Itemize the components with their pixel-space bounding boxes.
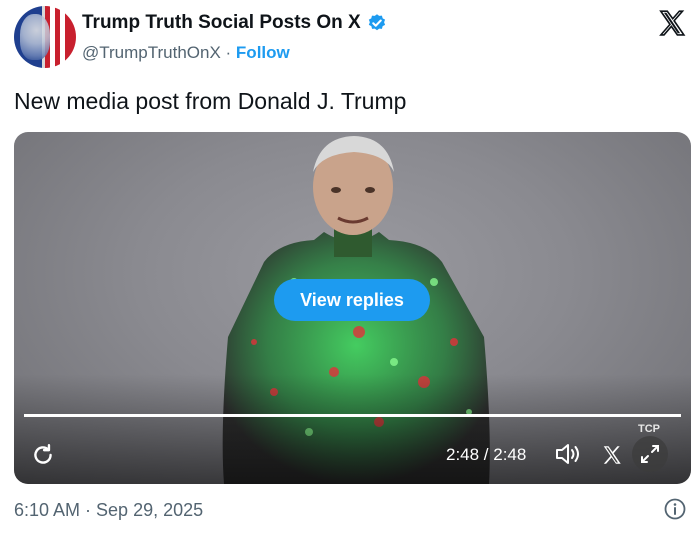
avatar-image (20, 14, 50, 60)
info-icon[interactable] (663, 497, 687, 521)
handle-separator: · (220, 43, 236, 62)
follow-button[interactable]: Follow (236, 43, 290, 62)
name-row: Trump Truth Social Posts On X (82, 12, 387, 34)
x-logo-icon[interactable] (657, 8, 687, 38)
video-player[interactable]: View replies 2:48 / 2:48 TCP (14, 132, 691, 484)
video-progress-fill (24, 414, 681, 417)
tcp-watermark: TCP (638, 423, 660, 435)
fullscreen-icon[interactable] (632, 436, 668, 472)
x-watermark-icon (603, 446, 621, 464)
volume-icon[interactable] (554, 441, 582, 467)
post-timestamp[interactable]: 6:10 AM · Sep 29, 2025 (14, 500, 203, 521)
display-name[interactable]: Trump Truth Social Posts On X (82, 12, 361, 34)
view-replies-button[interactable]: View replies (274, 279, 430, 321)
handle-row: @TrumpTruthOnX · Follow (82, 43, 290, 63)
post-text: New media post from Donald J. Trump (14, 88, 407, 114)
handle[interactable]: @TrumpTruthOnX (82, 43, 221, 62)
avatar[interactable] (14, 6, 76, 68)
fullscreen-arrows-icon (641, 445, 659, 463)
video-progress-bar[interactable] (24, 414, 681, 417)
post-header: Trump Truth Social Posts On X @TrumpTrut… (14, 6, 699, 72)
controls-shade (14, 374, 691, 484)
verified-badge-icon (368, 14, 385, 31)
replay-icon[interactable] (30, 442, 56, 468)
video-time: 2:48 / 2:48 (446, 445, 527, 464)
